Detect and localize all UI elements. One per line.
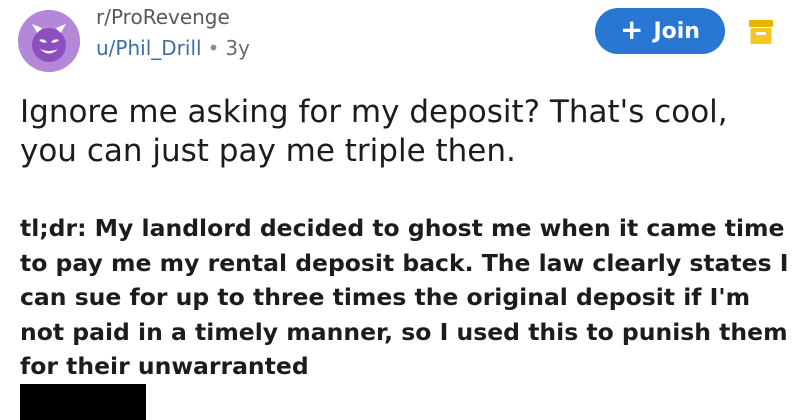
author-line: u/Phil_Drill • 3y: [96, 34, 250, 62]
folder-icon[interactable]: [748, 18, 774, 46]
subreddit-name[interactable]: r/ProRevenge: [96, 4, 250, 30]
subreddit-avatar-icon[interactable]: [18, 10, 80, 72]
post-header: r/ProRevenge u/Phil_Drill • 3y + Join: [0, 0, 800, 80]
author-username[interactable]: u/Phil_Drill: [96, 36, 202, 60]
post-age: 3y: [225, 36, 250, 60]
post-meta: r/ProRevenge u/Phil_Drill • 3y: [96, 4, 250, 62]
join-button[interactable]: + Join: [595, 8, 725, 54]
redaction-box: [20, 384, 146, 420]
post-body: tl;dr: My landlord decided to ghost me w…: [20, 214, 789, 380]
devil-face-icon: [18, 10, 80, 72]
post-title: Ignore me asking for my deposit? That's …: [20, 94, 728, 169]
plus-icon: +: [620, 13, 644, 46]
meta-separator: •: [207, 36, 220, 60]
join-button-label: Join: [653, 18, 700, 44]
